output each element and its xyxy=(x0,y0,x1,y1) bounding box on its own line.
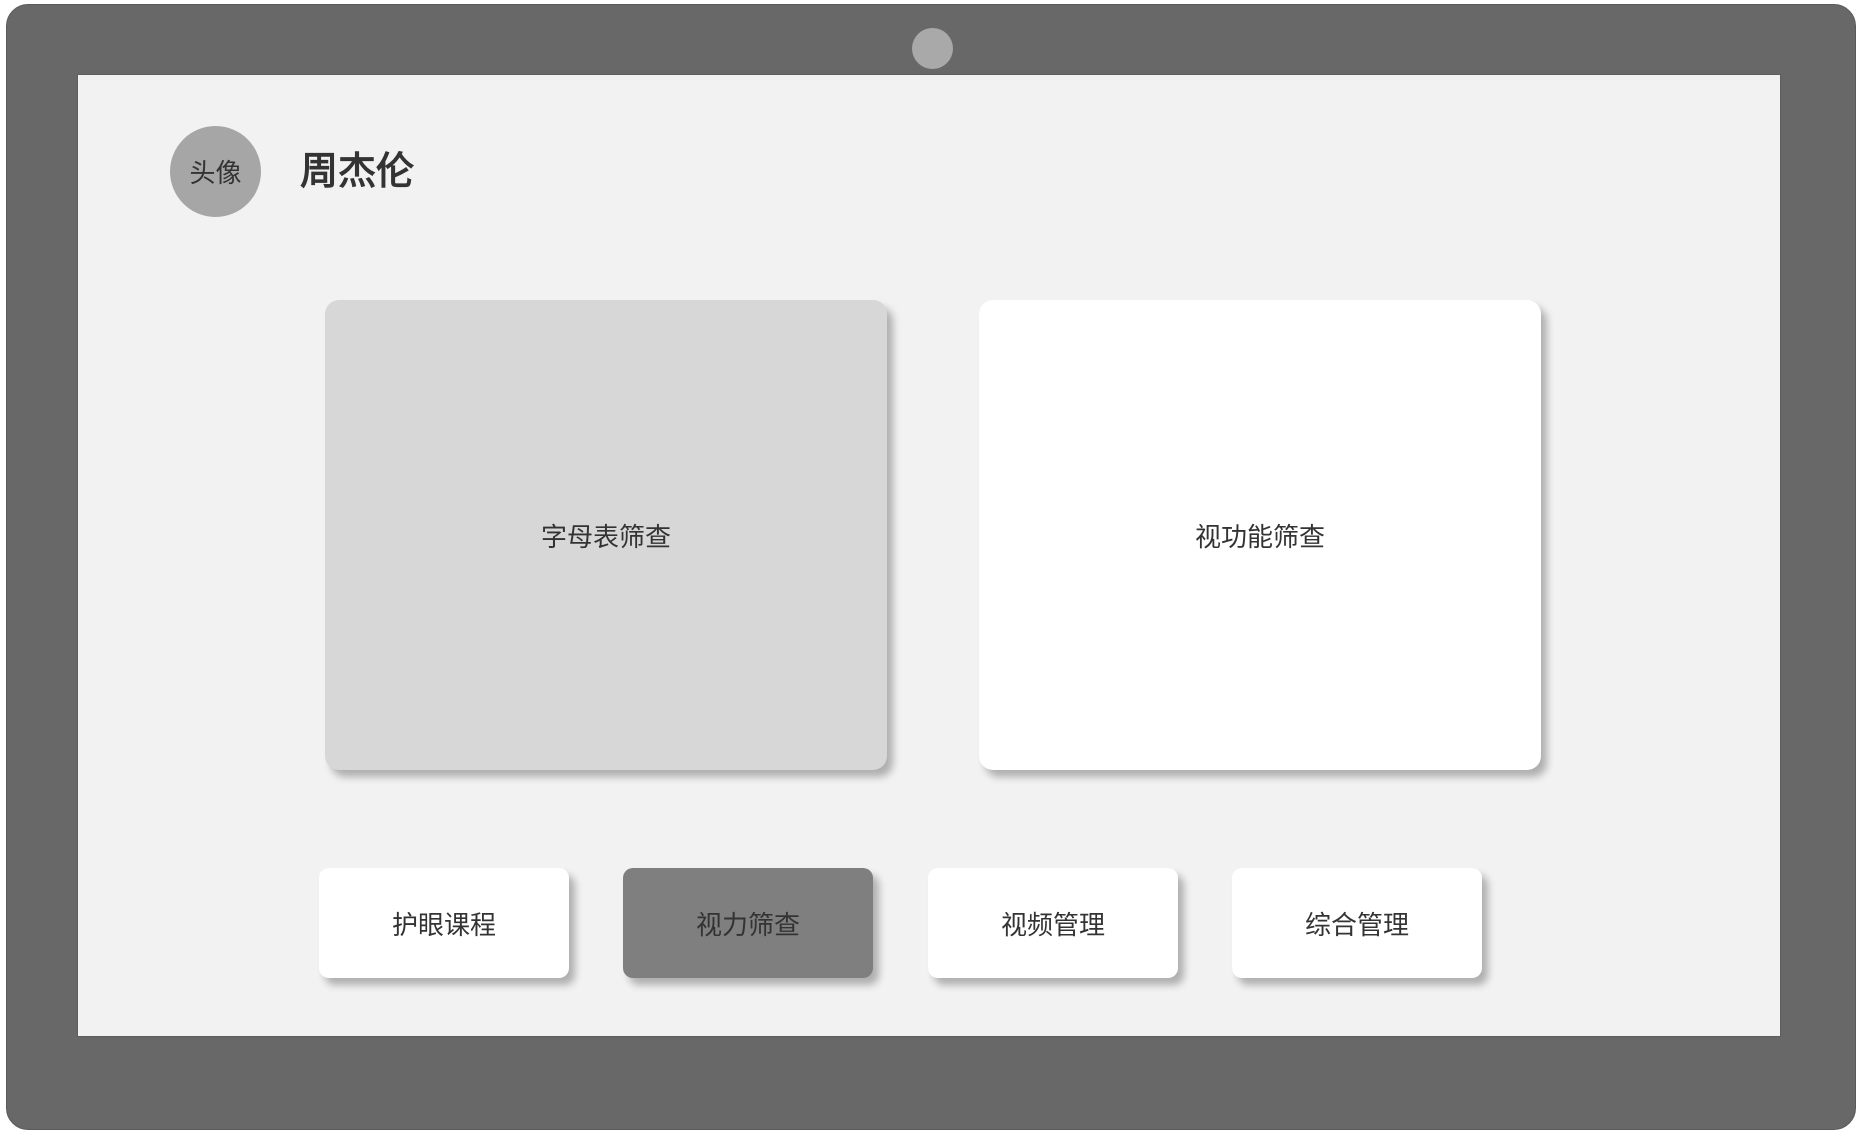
alphabet-screening-label: 字母表筛查 xyxy=(540,522,671,553)
avatar[interactable]: 头像 xyxy=(170,126,261,217)
video-management-label: 视频管理 xyxy=(1000,910,1105,941)
eye-care-course-button[interactable]: 护眼课程 xyxy=(319,868,569,978)
vision-screening-label: 视力筛查 xyxy=(695,910,800,941)
general-management-button[interactable]: 综合管理 xyxy=(1232,868,1482,978)
vision-screening-button[interactable]: 视力筛查 xyxy=(623,868,873,978)
tablet-frame: 头像 周杰伦 字母表筛查 视功能筛查 护眼课程 视力筛查 视频管理 综合管理 xyxy=(6,4,1856,1130)
video-management-button[interactable]: 视频管理 xyxy=(928,868,1178,978)
visual-function-screening-label: 视功能筛查 xyxy=(1194,522,1325,553)
visual-function-screening-card[interactable]: 视功能筛查 xyxy=(979,300,1541,770)
camera-icon xyxy=(912,28,953,69)
username: 周杰伦 xyxy=(300,149,415,193)
alphabet-screening-card[interactable]: 字母表筛查 xyxy=(325,300,887,770)
app-screen: 头像 周杰伦 字母表筛查 视功能筛查 护眼课程 视力筛查 视频管理 综合管理 xyxy=(77,74,1781,1037)
general-management-label: 综合管理 xyxy=(1304,910,1409,941)
eye-care-course-label: 护眼课程 xyxy=(391,910,496,941)
avatar-label: 头像 xyxy=(189,159,242,189)
